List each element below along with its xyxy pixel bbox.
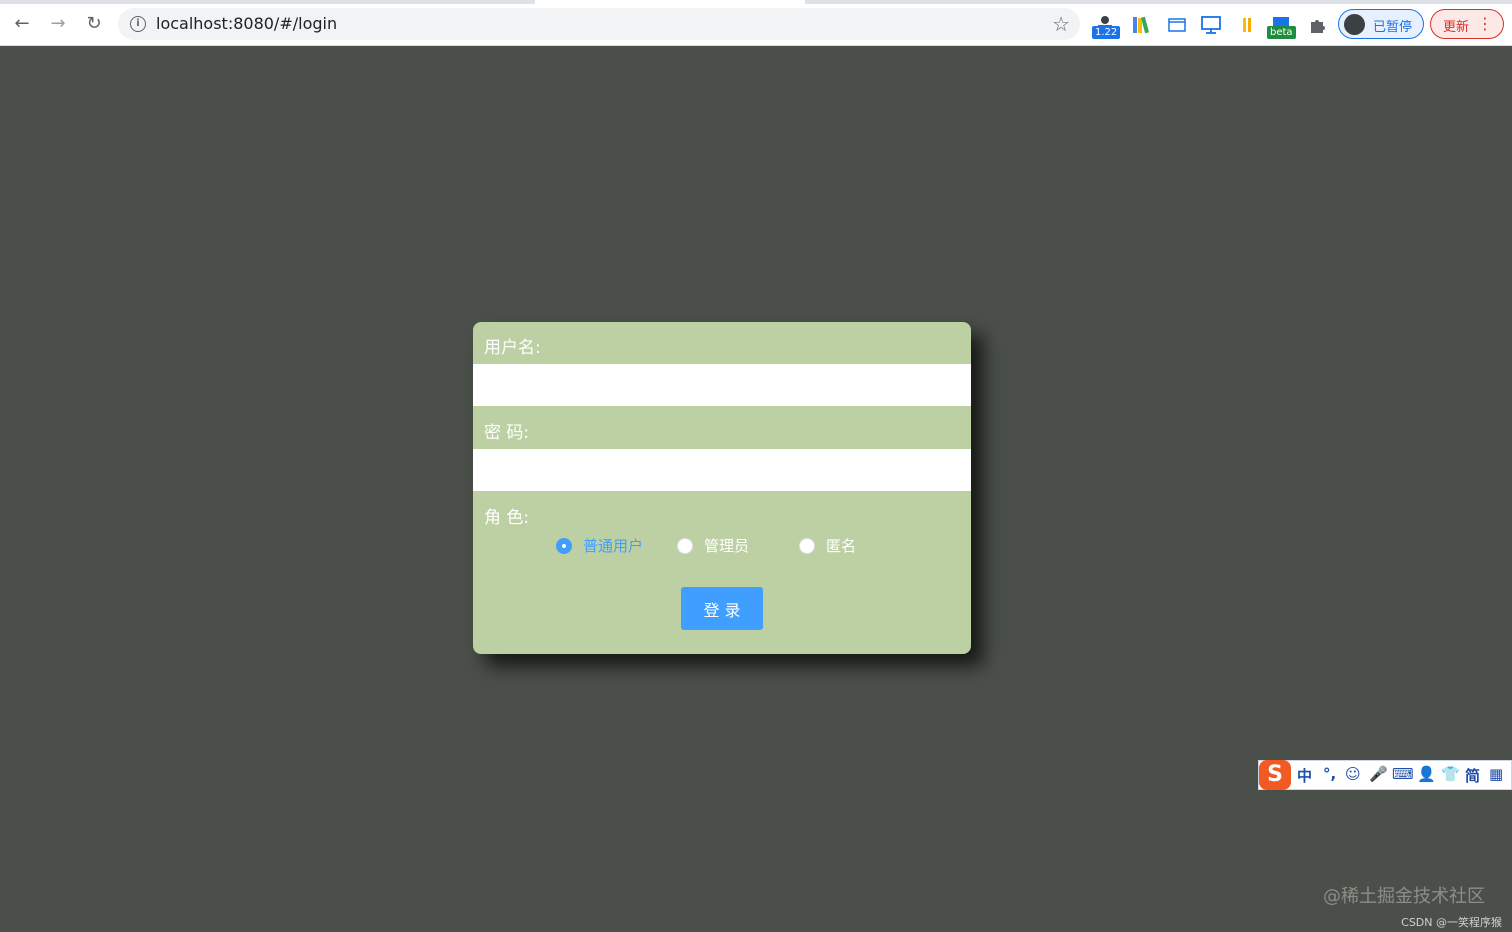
ext-beta-badge: beta	[1267, 26, 1296, 39]
password-input[interactable]	[473, 449, 971, 491]
radio-dot[interactable]	[556, 538, 572, 554]
site-info-icon[interactable]: i	[130, 16, 146, 32]
ext-books-icon[interactable]	[1130, 14, 1152, 36]
radio-label[interactable]: 普通用户	[583, 535, 643, 556]
reload-icon[interactable]: ↻	[82, 12, 106, 36]
ime-voice-icon[interactable]: 🎤	[1369, 765, 1388, 783]
watermark-sub: CSDN @一笑程序猴	[1401, 916, 1502, 929]
tab-strip	[0, 0, 1512, 4]
ime-grid-icon[interactable]: ▦	[1489, 765, 1503, 783]
active-tab[interactable]	[535, 0, 805, 4]
username-label: 用户名:	[484, 338, 541, 358]
radio-dot[interactable]	[799, 538, 815, 554]
ext-speed-badge: 1.22	[1092, 26, 1121, 39]
login-card: 用户名: 密 码: 角 色: 普通用户 管理员 匿名 登 录	[473, 322, 971, 654]
radio-dot[interactable]	[677, 538, 693, 554]
profile-status-label: 已暂停	[1373, 20, 1413, 35]
password-label: 密 码:	[484, 423, 530, 443]
ext-window-icon[interactable]	[1166, 14, 1188, 36]
ime-keyboard-icon[interactable]: ⌨	[1392, 765, 1414, 783]
back-icon[interactable]: ←	[10, 12, 34, 36]
radio-label[interactable]: 匿名	[826, 535, 856, 556]
ext-screen-icon[interactable]	[1200, 14, 1222, 36]
forward-icon[interactable]: →	[46, 12, 70, 36]
ime-simplified-toggle[interactable]: 简	[1465, 765, 1480, 786]
radio-label[interactable]: 管理员	[704, 535, 749, 556]
address-bar[interactable]: i localhost:8080/#/login ☆	[118, 8, 1080, 40]
url-text[interactable]: localhost:8080/#/login	[156, 14, 337, 33]
bookmark-star-icon[interactable]: ☆	[1052, 12, 1070, 36]
ime-punctuation-toggle[interactable]: °,	[1323, 765, 1336, 783]
username-input[interactable]	[473, 364, 971, 406]
update-button[interactable]: 更新 ⋮	[1430, 9, 1504, 39]
avatar	[1344, 14, 1365, 35]
update-label: 更新	[1443, 20, 1470, 35]
profile-paused-button[interactable]: 已暂停	[1338, 9, 1424, 39]
sogou-logo-icon[interactable]: S	[1259, 760, 1291, 790]
ime-chinese-toggle[interactable]: 中	[1297, 765, 1312, 786]
ime-emoji-icon[interactable]: ☺	[1345, 765, 1361, 783]
ime-toolbar: S 中 °, ☺ 🎤 ⌨ 👤 👕 简 ▦	[1258, 760, 1512, 790]
browser-toolbar: ← → ↻ i localhost:8080/#/login ☆ 1.22 be…	[0, 0, 1512, 46]
role-radio-group: 普通用户 管理员 匿名	[473, 534, 971, 558]
role-label: 角 色:	[484, 508, 530, 528]
menu-icon[interactable]: ⋮	[1477, 14, 1493, 34]
watermark-main: @稀土掘金技术社区	[1323, 886, 1485, 907]
ime-skin-icon[interactable]: 👕	[1441, 765, 1460, 783]
login-button[interactable]: 登 录	[681, 587, 763, 630]
ime-user-icon[interactable]: 👤	[1417, 765, 1436, 783]
puzzle-icon[interactable]	[1306, 14, 1328, 36]
ext-if-icon[interactable]	[1236, 14, 1258, 36]
